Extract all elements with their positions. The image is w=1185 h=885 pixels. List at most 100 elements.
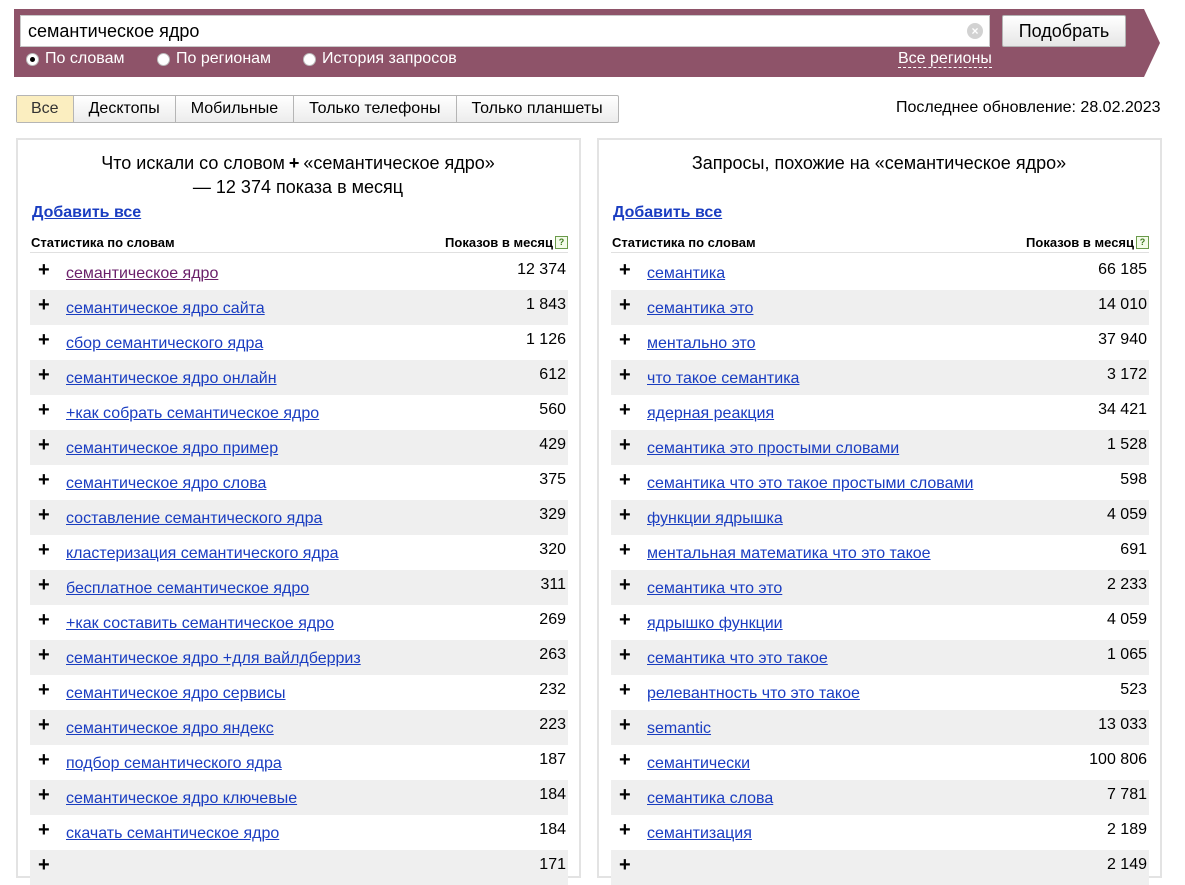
add-phrase-plus-icon[interactable]: + [38,365,50,385]
add-phrase-plus-icon[interactable]: + [619,505,631,525]
phrase-link[interactable]: semantic [647,720,711,738]
add-phrase-plus-icon[interactable]: + [38,855,50,875]
plus-icon[interactable]: + [289,153,300,173]
add-phrase-plus-icon[interactable]: + [38,750,50,770]
add-all-link[interactable]: Добавить все [32,204,141,222]
mode-radio-regions[interactable]: По регионам [157,50,271,68]
phrase-link[interactable]: ядрышко функции [647,615,783,633]
add-phrase-plus-icon[interactable]: + [619,820,631,840]
submit-button[interactable]: Подобрать [1002,15,1126,47]
phrase-link[interactable]: семантическое ядро онлайн [66,370,277,388]
search-input[interactable]: семантическое ядро [20,15,990,47]
add-phrase-plus-icon[interactable]: + [38,575,50,595]
phrase-link[interactable]: семантическое ядро сайта [66,300,265,318]
add-phrase-plus-icon[interactable]: + [619,645,631,665]
phrase-link[interactable]: кластеризация семантического ядра [66,545,339,563]
add-phrase-plus-icon[interactable]: + [38,400,50,420]
add-phrase-plus-icon[interactable]: + [38,785,50,805]
add-phrase-plus-icon[interactable]: + [619,260,631,280]
add-phrase-plus-icon[interactable]: + [619,330,631,350]
phrase-link[interactable]: семантическое ядро [66,265,218,283]
phrase-link[interactable]: семантика это [647,300,753,318]
radio-unchecked-icon[interactable] [157,52,170,66]
phrase-link[interactable]: семантика что это [647,580,782,598]
tab-phones-only[interactable]: Только телефоны [293,96,455,122]
phrase-link[interactable]: что такое семантика [647,370,799,388]
add-phrase-plus-icon[interactable]: + [619,435,631,455]
help-icon[interactable]: ? [1136,236,1149,249]
add-phrase-plus-icon[interactable]: + [619,470,631,490]
phrase-link[interactable]: семантическое ядро сервисы [66,685,286,703]
impressions-count: 184 [539,786,566,803]
add-phrase-plus-icon[interactable]: + [38,610,50,630]
phrase-link[interactable]: семантизация [647,825,752,843]
phrase-link[interactable]: ментальная математика что это такое [647,545,931,563]
add-phrase-plus-icon[interactable]: + [38,470,50,490]
impressions-count: 7 781 [1106,786,1147,803]
phrase-link[interactable]: +как составить семантическое ядро [66,615,334,633]
add-phrase-plus-icon[interactable]: + [38,680,50,700]
all-regions-link[interactable]: Все регионы [898,50,992,68]
add-phrase-plus-icon[interactable]: + [38,820,50,840]
phrase-link[interactable]: +как собрать семантическое ядро [66,405,319,423]
add-phrase-plus-icon[interactable]: + [619,855,631,875]
add-phrase-plus-icon[interactable]: + [38,505,50,525]
radio-unchecked-icon[interactable] [303,52,316,66]
phrase-link[interactable]: бесплатное семантическое ядро [66,580,309,598]
phrase-link[interactable]: ментально это [647,335,756,353]
add-phrase-plus-icon[interactable]: + [619,295,631,315]
phrase-link[interactable]: семантическое ядро ключевые [66,790,297,808]
add-phrase-plus-icon[interactable]: + [619,715,631,735]
phrase-link[interactable]: функции ядрышка [647,510,783,528]
add-phrase-plus-icon[interactable]: + [619,365,631,385]
help-icon[interactable]: ? [555,236,568,249]
add-phrase-plus-icon[interactable]: + [38,540,50,560]
search-band-arrow [1144,9,1160,77]
phrase-link[interactable]: семантика это простыми словами [647,440,899,458]
impressions-count: 598 [1120,471,1147,488]
add-phrase-plus-icon[interactable]: + [619,400,631,420]
radio-checked-icon[interactable] [26,52,39,66]
tab-all[interactable]: Все [17,96,73,122]
add-phrase-plus-icon[interactable]: + [38,295,50,315]
add-phrase-plus-icon[interactable]: + [38,435,50,455]
phrase-link[interactable]: семантика [647,265,725,283]
phrase-link[interactable]: семантическое ядро яндекс [66,720,274,738]
add-all-link[interactable]: Добавить все [613,204,722,222]
phrase-link[interactable]: подбор семантического ядра [66,755,282,773]
add-phrase-plus-icon[interactable]: + [38,260,50,280]
phrase-link[interactable]: семантическое ядро пример [66,440,278,458]
tab-desktops[interactable]: Десктопы [72,96,175,122]
mode-radio-words[interactable]: По словам [26,50,124,68]
phrase-link[interactable]: составление семантического ядра [66,510,322,528]
add-phrase-plus-icon[interactable]: + [619,750,631,770]
table-row: + семантическое ядро сервисы 232 [30,675,568,710]
phrase-link[interactable]: семантически [647,755,750,773]
phrase-link[interactable]: ядерная реакция [647,405,774,423]
add-phrase-plus-icon[interactable]: + [619,680,631,700]
phrase-link[interactable]: семантическое ядро +для вайлдберриз [66,650,361,668]
add-phrase-plus-icon[interactable]: + [619,785,631,805]
phrase-link[interactable]: скачать семантическое ядро [66,825,279,843]
tab-tablets-only[interactable]: Только планшеты [455,96,618,122]
table-row: + функции ядрышка 4 059 [611,500,1149,535]
phrase-link[interactable]: релевантность что это такое [647,685,860,703]
phrase-link[interactable]: семантическое ядро слова [66,475,266,493]
add-phrase-plus-icon[interactable]: + [38,330,50,350]
phrase-link[interactable]: семантика слова [647,790,773,808]
add-phrase-plus-icon[interactable]: + [619,540,631,560]
column-header: Статистика по словам Показов в месяц ? [611,233,1149,253]
mode-radio-history[interactable]: История запросов [303,50,457,68]
add-phrase-plus-icon[interactable]: + [619,575,631,595]
impressions-count: 523 [1120,681,1147,698]
add-phrase-plus-icon[interactable]: + [38,645,50,665]
add-phrase-plus-icon[interactable]: + [619,610,631,630]
add-phrase-plus-icon[interactable]: + [38,715,50,735]
phrase-link[interactable]: семантика что это такое [647,650,828,668]
clear-icon[interactable]: × [967,23,983,39]
phrase-link[interactable]: сбор семантического ядра [66,335,263,353]
table-row: + семантика что это такое простыми словам… [611,465,1149,500]
phrase-link[interactable]: семантика что это такое простыми словами [647,475,973,493]
tab-mobile[interactable]: Мобильные [174,96,293,122]
right-rows: + семантика 66 185 + семантика это 14 010 + мен… [611,255,1149,885]
